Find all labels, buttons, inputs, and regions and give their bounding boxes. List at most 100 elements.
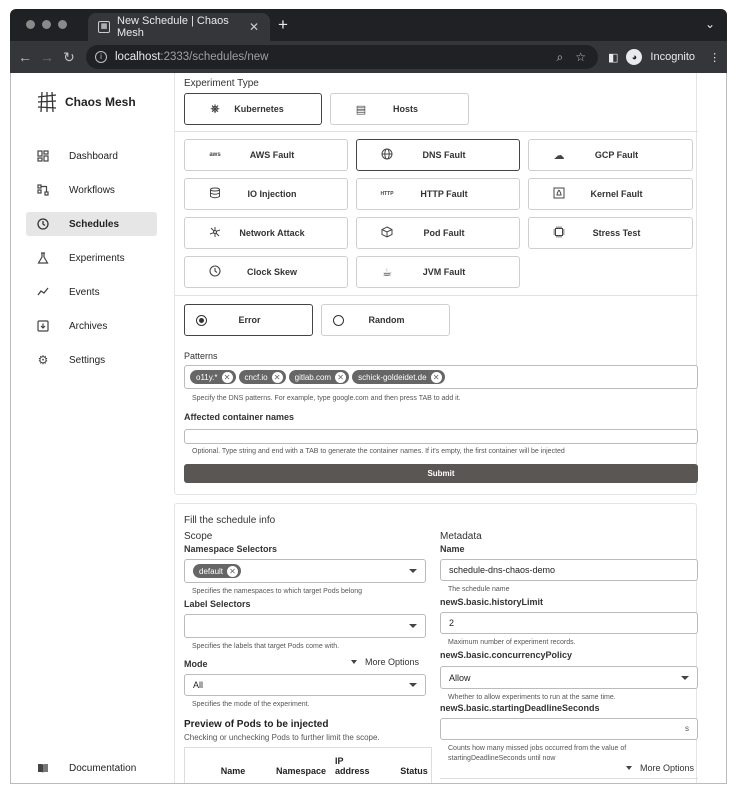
concurrency-policy-select[interactable]: Allow [440, 666, 698, 689]
fault-pod-button[interactable]: Pod Fault [356, 217, 520, 249]
column-header-status: Status [400, 766, 428, 776]
url-path: :2333/schedules/new [160, 51, 269, 63]
calendar-icon: ▦ [98, 21, 110, 33]
fault-clock-button[interactable]: Clock Skew [184, 256, 348, 288]
aws-icon: aws [209, 152, 221, 158]
zoom-icon[interactable]: ⌕ [557, 50, 564, 65]
schedule-card: Fill the schedule info Scope Namespace S… [174, 503, 698, 783]
containers-label: Affected container names [184, 412, 295, 422]
chip-remove-icon[interactable]: ✕ [221, 371, 233, 383]
window-controls[interactable] [26, 20, 67, 29]
side-panel-icon[interactable]: ◧ [608, 51, 618, 64]
fault-io-button[interactable]: IO Injection [184, 178, 348, 210]
cloud-icon: ☁ [553, 149, 565, 162]
database-icon [203, 187, 227, 202]
kebab-menu-icon[interactable]: ⋮ [709, 51, 720, 64]
clock-icon [36, 217, 50, 231]
info-icon[interactable]: i [95, 51, 107, 63]
cube-icon [375, 225, 399, 241]
sidebar-item-archives[interactable]: Archives [26, 314, 157, 338]
experiment-type-title: Experiment Type [184, 78, 259, 89]
label-select[interactable] [184, 614, 426, 638]
divider [175, 131, 698, 132]
caret-down-icon [351, 660, 357, 664]
kubernetes-icon: ⎈ [210, 102, 220, 115]
starting-deadline-input[interactable]: s [440, 718, 698, 740]
sidebar-item-documentation[interactable]: Documentation [26, 756, 157, 780]
chip-remove-icon[interactable]: ✕ [227, 565, 239, 577]
schedule-name-input[interactable]: schedule-dns-chaos-demo [440, 559, 698, 581]
maximize-window-icon[interactable] [58, 20, 67, 29]
sidebar-item-events[interactable]: Events [26, 280, 157, 304]
new-tab-icon[interactable]: + [278, 15, 288, 35]
sidebar-item-experiments[interactable]: Experiments [26, 246, 157, 270]
pattern-chip: cncf.io ✕ [238, 370, 286, 384]
submit-button[interactable]: Submit [184, 464, 698, 483]
fault-network-button[interactable]: Network Attack [184, 217, 348, 249]
fault-dns-button[interactable]: DNS Fault [356, 139, 520, 171]
reload-icon[interactable]: ↻ [58, 49, 80, 66]
sidebar-item-schedules[interactable]: Schedules [26, 212, 157, 236]
fault-kernel-button[interactable]: Kernel Fault [528, 178, 693, 210]
deadline-helper-line2: startingDeadlineSeconds until now [448, 755, 556, 762]
forward-icon[interactable]: → [36, 49, 58, 65]
metadata-title: Metadata [440, 531, 482, 542]
sidebar-item-workflows[interactable]: Workflows [26, 178, 157, 202]
brand[interactable]: Chaos Mesh [35, 90, 136, 114]
env-kubernetes-button[interactable]: ⎈ Kubernetes [184, 93, 322, 125]
sidebar-item-dashboard[interactable]: Dashboard [26, 144, 157, 168]
chaos-mesh-logo-icon [37, 91, 57, 113]
url-host: localhost [115, 51, 161, 63]
fault-aws-button[interactable]: aws AWS Fault [184, 139, 348, 171]
containers-input[interactable] [184, 429, 698, 444]
mode-label: Mode [184, 659, 208, 669]
profile-label[interactable]: Incognito [650, 51, 695, 63]
chip-remove-icon[interactable]: ✕ [335, 371, 347, 383]
minimize-window-icon[interactable] [42, 20, 51, 29]
tab-search-icon[interactable]: ⌄ [705, 17, 715, 31]
column-header-ip: IP address [335, 756, 370, 776]
chip-remove-icon[interactable]: ✕ [271, 371, 283, 383]
history-limit-input[interactable]: 2 [440, 612, 698, 634]
patterns-input[interactable]: o11y.* ✕ cncf.io ✕ gitlab.com ✕ schick-gold… [184, 365, 698, 389]
tab-title: New Schedule | Chaos Mesh [117, 15, 229, 39]
sidebar-item-settings[interactable]: ⚙ Settings [26, 348, 157, 372]
history-limit-label: newS.basic.historyLimit [440, 597, 544, 607]
fault-http-button[interactable]: HTTP HTTP Fault [356, 178, 520, 210]
env-hosts-button[interactable]: ▤ Hosts [330, 93, 469, 125]
chevron-down-icon [409, 569, 417, 573]
radio-checked-icon [196, 314, 207, 326]
close-window-icon[interactable] [26, 20, 35, 29]
action-random-button[interactable]: Random [321, 304, 450, 336]
fault-jvm-button[interactable]: ☕ JVM Fault [356, 256, 520, 288]
linux-icon [547, 187, 571, 202]
cpu-icon [547, 226, 571, 241]
action-error-button[interactable]: Error [184, 304, 313, 336]
archive-icon [36, 319, 50, 333]
pattern-chip: gitlab.com ✕ [288, 370, 350, 384]
incognito-icon[interactable]: ◕ [626, 49, 643, 65]
schedule-title: Fill the schedule info [184, 515, 276, 526]
close-tab-icon[interactable]: ✕ [246, 20, 262, 34]
book-icon [36, 761, 50, 775]
label-selectors-label: Label Selectors [184, 599, 251, 609]
metadata-more-options-button[interactable]: More Options [626, 763, 694, 773]
scope-more-options-button[interactable]: More Options [351, 657, 419, 667]
namespace-select[interactable]: default ✕ [184, 559, 426, 583]
sidebar-item-label: Workflows [69, 184, 115, 196]
chip-remove-icon[interactable]: ✕ [430, 371, 442, 383]
fault-stress-button[interactable]: Stress Test [528, 217, 693, 249]
divider [440, 778, 698, 779]
workflow-icon [36, 183, 50, 197]
divider [175, 295, 698, 296]
bookmark-star-icon[interactable]: ☆ [575, 50, 586, 64]
namespace-chip: default ✕ [193, 564, 242, 578]
mode-select[interactable]: All [184, 674, 426, 696]
fault-gcp-button[interactable]: ☁ GCP Fault [528, 139, 693, 171]
url-input[interactable]: i localhost:2333/schedules/new ⌕ ☆ [86, 45, 598, 69]
column-header-namespace: Namespace [275, 766, 327, 776]
browser-tab[interactable]: ▦ New Schedule | Chaos Mesh ✕ [88, 13, 270, 41]
back-icon[interactable]: ← [14, 49, 36, 65]
column-header-name: Name [220, 766, 246, 776]
seconds-suffix: s [685, 724, 689, 733]
